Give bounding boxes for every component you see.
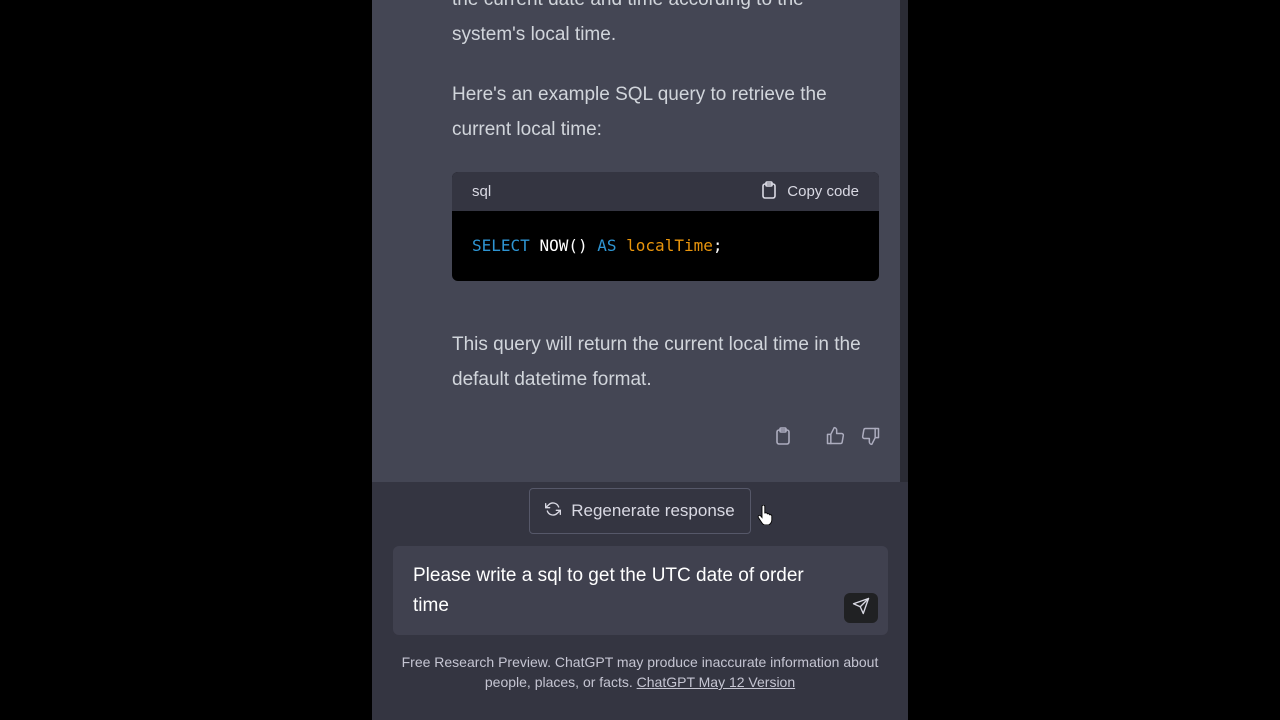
code-keyword-as: AS xyxy=(597,236,617,255)
regenerate-response-button[interactable]: Regenerate response xyxy=(529,488,751,534)
assistant-message: the current date and time according to t… xyxy=(372,0,900,482)
code-block: sql Copy code SELECT NOW() AS localTime; xyxy=(452,172,879,281)
refresh-icon xyxy=(545,501,562,522)
send-button[interactable] xyxy=(844,593,878,623)
version-link[interactable]: ChatGPT May 12 Version xyxy=(637,674,795,690)
copy-code-button[interactable]: Copy code xyxy=(761,180,859,203)
message-paragraph-1: the current date and time according to t… xyxy=(452,0,804,45)
thumbs-up-icon[interactable] xyxy=(824,425,846,447)
message-feedback xyxy=(772,425,882,447)
message-paragraph-2: Here's an example SQL query to retrieve … xyxy=(452,84,827,140)
clipboard-icon xyxy=(761,180,777,203)
paper-plane-icon xyxy=(852,597,870,620)
code-function: NOW() xyxy=(539,236,588,255)
regenerate-label: Regenerate response xyxy=(571,501,735,520)
code-header: sql Copy code xyxy=(452,172,879,211)
message-paragraph-3: This query will return the current local… xyxy=(452,334,861,390)
prompt-textarea[interactable]: Please write a sql to get the UTC date o… xyxy=(393,546,888,635)
scrollbar-track[interactable] xyxy=(900,0,908,482)
code-keyword-select: SELECT xyxy=(472,236,530,255)
code-content: SELECT NOW() AS localTime; xyxy=(452,211,879,280)
code-language-label: sql xyxy=(472,183,492,200)
screen: the current date and time according to t… xyxy=(0,0,1280,720)
chat-app: the current date and time according to t… xyxy=(372,0,908,720)
code-terminator: ; xyxy=(712,236,723,255)
hand-pointer-icon xyxy=(757,504,773,530)
footer-disclaimer: Free Research Preview. ChatGPT may produ… xyxy=(392,652,888,692)
code-alias: localTime xyxy=(626,236,713,255)
copy-code-label: Copy code xyxy=(787,183,859,200)
clipboard-icon[interactable] xyxy=(772,425,794,447)
prompt-text[interactable]: Please write a sql to get the UTC date o… xyxy=(413,561,833,621)
thumbs-down-icon[interactable] xyxy=(860,425,882,447)
